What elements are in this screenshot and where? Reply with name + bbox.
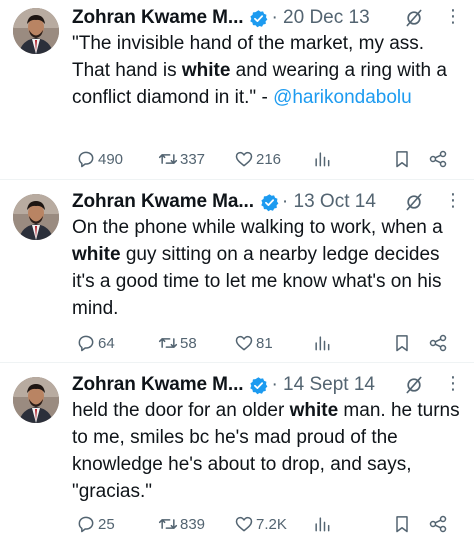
reply-button[interactable]: 490 bbox=[76, 148, 123, 170]
like-count: 81 bbox=[256, 334, 273, 352]
reply-button[interactable]: 25 bbox=[76, 513, 115, 535]
reply-icon bbox=[78, 516, 94, 533]
grok-icon[interactable] bbox=[404, 192, 424, 212]
author-name[interactable]: Zohran Kwame M... bbox=[72, 374, 244, 396]
retweet-button[interactable]: 839 bbox=[158, 513, 205, 535]
tweet[interactable]: Zohran Kwame M... · 20 Dec 13 ⋮ "The inv… bbox=[0, 6, 474, 182]
reply-icon bbox=[78, 335, 94, 352]
share-icon bbox=[429, 150, 447, 168]
tweet-text: "The invisible hand of the market, my as… bbox=[72, 30, 464, 111]
verified-badge-icon bbox=[261, 193, 279, 211]
author-name[interactable]: Zohran Kwame Ma... bbox=[72, 191, 254, 213]
views-icon bbox=[315, 336, 330, 351]
verified-badge-icon bbox=[250, 9, 268, 27]
like-button[interactable]: 216 bbox=[234, 148, 281, 170]
like-icon bbox=[235, 335, 253, 351]
tweet-date[interactable]: · 20 Dec 13 bbox=[271, 7, 369, 29]
tweet-text-bold: white bbox=[72, 244, 121, 265]
tweet-header: Zohran Kwame M... · 14 Sept 14 bbox=[72, 373, 375, 397]
tweet[interactable]: Zohran Kwame M... · 14 Sept 14 ⋮ held th… bbox=[0, 373, 474, 543]
reply-count: 25 bbox=[98, 515, 115, 533]
tweet-header: Zohran Kwame M... · 20 Dec 13 bbox=[72, 6, 370, 30]
like-count: 216 bbox=[256, 150, 282, 168]
tweet-divider bbox=[0, 179, 474, 180]
retweet-count: 337 bbox=[180, 150, 206, 168]
bookmark-button[interactable] bbox=[392, 148, 414, 170]
share-button[interactable] bbox=[428, 332, 450, 354]
reply-count: 490 bbox=[98, 150, 124, 168]
views-button[interactable] bbox=[312, 332, 334, 354]
author-name[interactable]: Zohran Kwame M... bbox=[72, 7, 244, 29]
retweet-icon bbox=[158, 519, 178, 529]
bookmark-button[interactable] bbox=[392, 332, 414, 354]
tweet-text: held the door for an older white man. he… bbox=[72, 397, 464, 505]
mention-link[interactable]: @harikondabolu bbox=[273, 87, 412, 108]
tweet-actions: 25 839 7.2K bbox=[72, 513, 464, 537]
retweet-count: 58 bbox=[180, 334, 197, 352]
share-icon bbox=[429, 334, 447, 352]
share-button[interactable] bbox=[428, 148, 450, 170]
bookmark-icon bbox=[396, 151, 408, 168]
tweet-feed: Zohran Kwame M... · 20 Dec 13 ⋮ "The inv… bbox=[0, 0, 474, 544]
retweet-icon bbox=[158, 154, 178, 164]
retweet-button[interactable]: 58 bbox=[158, 332, 197, 354]
views-icon bbox=[315, 517, 330, 532]
avatar[interactable] bbox=[13, 8, 59, 54]
like-count: 7.2K bbox=[256, 515, 287, 533]
tweet-divider bbox=[0, 362, 474, 363]
like-button[interactable]: 7.2K bbox=[234, 513, 287, 535]
verified-badge-icon bbox=[250, 376, 268, 394]
tweet-date[interactable]: · 14 Sept 14 bbox=[271, 374, 375, 396]
avatar[interactable] bbox=[13, 377, 59, 423]
tweet-text-bold: white bbox=[289, 400, 339, 421]
more-icon[interactable]: ⋮ bbox=[444, 6, 462, 26]
share-button[interactable] bbox=[428, 513, 450, 535]
grok-icon[interactable] bbox=[404, 375, 424, 395]
views-button[interactable] bbox=[312, 513, 334, 535]
more-icon[interactable]: ⋮ bbox=[444, 190, 462, 210]
tweet-date[interactable]: · 13 Oct 14 bbox=[282, 191, 376, 213]
grok-icon[interactable] bbox=[404, 8, 424, 28]
retweet-count: 839 bbox=[180, 515, 206, 533]
tweet[interactable]: Zohran Kwame Ma... · 13 Oct 14 ⋮ On the … bbox=[0, 190, 474, 360]
reply-icon bbox=[78, 151, 94, 168]
bookmark-button[interactable] bbox=[392, 513, 414, 535]
reply-button[interactable]: 64 bbox=[76, 332, 115, 354]
retweet-icon bbox=[158, 338, 178, 348]
tweet-actions: 490 337 216 bbox=[72, 148, 464, 172]
like-icon bbox=[235, 516, 253, 532]
views-button[interactable] bbox=[312, 148, 334, 170]
tweet-text-segment: held the door for an older bbox=[72, 400, 290, 421]
more-icon[interactable]: ⋮ bbox=[444, 373, 462, 393]
views-icon bbox=[315, 152, 330, 167]
tweet-text: On the phone while walking to work, when… bbox=[72, 214, 464, 322]
like-button[interactable]: 81 bbox=[234, 332, 273, 354]
retweet-button[interactable]: 337 bbox=[158, 148, 205, 170]
bookmark-icon bbox=[396, 335, 408, 352]
tweet-actions: 64 58 81 bbox=[72, 332, 464, 356]
share-icon bbox=[429, 515, 447, 533]
tweet-text-segment: On the phone while walking to work, when… bbox=[72, 217, 443, 238]
like-icon bbox=[235, 151, 253, 167]
tweet-header: Zohran Kwame Ma... · 13 Oct 14 bbox=[72, 190, 376, 214]
tweet-text-segment: guy sitting on a nearby ledge decides it… bbox=[72, 244, 442, 319]
reply-count: 64 bbox=[98, 334, 115, 352]
avatar[interactable] bbox=[13, 194, 59, 240]
tweet-text-bold: white bbox=[181, 60, 231, 81]
bookmark-icon bbox=[396, 516, 408, 533]
